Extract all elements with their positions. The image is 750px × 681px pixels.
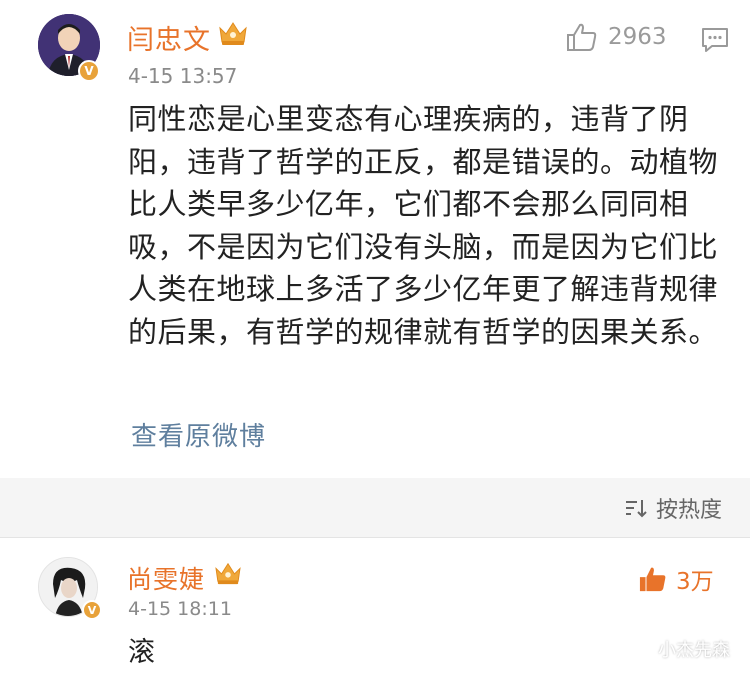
watermark-text: 小杰先森 [658, 640, 730, 661]
verified-badge: V [82, 600, 102, 620]
reply-like-button[interactable]: 3万 [638, 562, 714, 596]
original-comment: V 闫忠文 4-15 13:57 2963 同性恋是心里变态有心理疾病的，违背了… [0, 0, 750, 478]
comment-icon[interactable] [700, 26, 730, 54]
reply-like-count: 3万 [676, 569, 714, 595]
sort-icon [625, 500, 647, 518]
wechat-icon [624, 638, 650, 659]
like-count: 2963 [608, 24, 667, 50]
divider-line [0, 537, 750, 538]
watermark: 小杰先森 [624, 636, 730, 662]
crown-icon [219, 22, 247, 45]
sort-label: 按热度 [655, 498, 722, 523]
thumbs-up-filled-icon [639, 567, 666, 592]
reply-author-name[interactable]: 尚雯婕 [127, 560, 205, 596]
post-timestamp: 4-15 13:57 [128, 64, 238, 88]
post-body: 同性恋是心里变态有心理疾病的，违背了阴阳，违背了哲学的正反，都是错误的。动植物比… [128, 102, 719, 349]
view-original-link[interactable]: 查看原微博 [131, 416, 266, 453]
thumbs-up-outline-icon [567, 23, 597, 51]
like-button[interactable]: 2963 [566, 22, 667, 52]
reply-timestamp: 4-15 18:11 [128, 598, 232, 620]
sort-toggle[interactable]: 按热度 [624, 492, 722, 524]
crown-icon [215, 562, 241, 585]
reply-body: 滚 [128, 637, 155, 668]
author-name[interactable]: 闫忠文 [127, 18, 211, 57]
verified-badge: V [78, 60, 100, 82]
